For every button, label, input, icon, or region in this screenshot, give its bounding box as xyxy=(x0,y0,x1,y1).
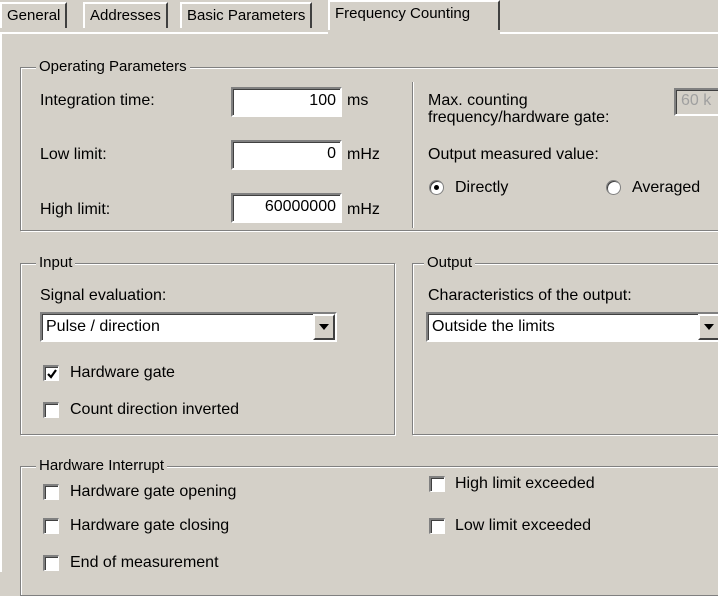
chevron-down-icon xyxy=(704,324,714,330)
panel-left-edge xyxy=(0,32,2,572)
radio-averaged[interactable] xyxy=(606,180,621,195)
radio-selected-dot xyxy=(434,185,439,190)
radio-averaged-label: Averaged xyxy=(632,179,701,196)
tab-general[interactable]: General xyxy=(0,2,68,28)
count-direction-checkbox[interactable] xyxy=(43,402,59,418)
gate-opening-label: Hardware gate opening xyxy=(70,483,237,500)
operating-divider xyxy=(412,82,414,228)
integration-time-unit: ms xyxy=(347,92,369,109)
hardware-interrupt-title: Hardware Interrupt xyxy=(36,457,168,475)
characteristics-arrow[interactable] xyxy=(698,314,718,340)
output-title: Output xyxy=(424,254,476,272)
hardware-gate-checkbox[interactable] xyxy=(43,365,59,381)
active-tab-join xyxy=(328,30,500,36)
end-measurement-checkbox[interactable] xyxy=(43,555,59,571)
low-limit-unit: mHz xyxy=(347,146,380,163)
gate-opening-checkbox[interactable] xyxy=(43,484,59,500)
low-exceeded-label: Low limit exceeded xyxy=(455,517,592,534)
end-measurement-label: End of measurement xyxy=(70,554,219,571)
high-exceeded-label: High limit exceeded xyxy=(455,475,595,492)
tab-basic-parameters[interactable]: Basic Parameters xyxy=(180,2,313,28)
operating-parameters-title: Operating Parameters xyxy=(36,58,190,76)
radio-directly[interactable] xyxy=(429,180,444,195)
gate-closing-label: Hardware gate closing xyxy=(70,517,230,534)
low-exceeded-checkbox[interactable] xyxy=(429,518,445,534)
tab-addresses[interactable]: Addresses xyxy=(83,2,168,28)
signal-evaluation-value: Pulse / direction xyxy=(46,318,160,335)
hardware-gate-label: Hardware gate xyxy=(70,364,175,381)
signal-evaluation-label: Signal evaluation: xyxy=(40,287,167,304)
checkmark-icon xyxy=(47,369,57,379)
high-limit-unit: mHz xyxy=(347,201,380,218)
chevron-down-icon xyxy=(319,324,329,330)
tab-frequency-counting[interactable]: Frequency Counting xyxy=(328,0,500,34)
high-limit-field[interactable]: 60000000 xyxy=(231,193,342,223)
low-limit-field[interactable]: 0 xyxy=(231,140,342,170)
signal-evaluation-arrow[interactable] xyxy=(313,314,335,340)
high-limit-label: High limit: xyxy=(40,201,111,218)
characteristics-label: Characteristics of the output: xyxy=(428,287,632,304)
high-exceeded-checkbox[interactable] xyxy=(429,476,445,492)
characteristics-value: Outside the limits xyxy=(432,318,555,335)
characteristics-dropdown[interactable]: Outside the limits xyxy=(426,312,718,342)
max-frequency-field: 60 k xyxy=(674,88,718,116)
max-frequency-label-line2: frequency/hardware gate: xyxy=(428,109,610,126)
output-measured-label: Output measured value: xyxy=(428,146,599,163)
low-limit-label: Low limit: xyxy=(40,146,107,163)
signal-evaluation-dropdown[interactable]: Pulse / direction xyxy=(40,312,337,342)
input-title: Input xyxy=(36,254,76,272)
max-frequency-label-line1: Max. counting xyxy=(428,92,528,109)
gate-closing-checkbox[interactable] xyxy=(43,518,59,534)
radio-directly-label: Directly xyxy=(455,179,509,196)
integration-time-field[interactable]: 100 xyxy=(231,87,342,117)
integration-time-label: Integration time: xyxy=(40,92,155,109)
count-direction-label: Count direction inverted xyxy=(70,401,239,418)
